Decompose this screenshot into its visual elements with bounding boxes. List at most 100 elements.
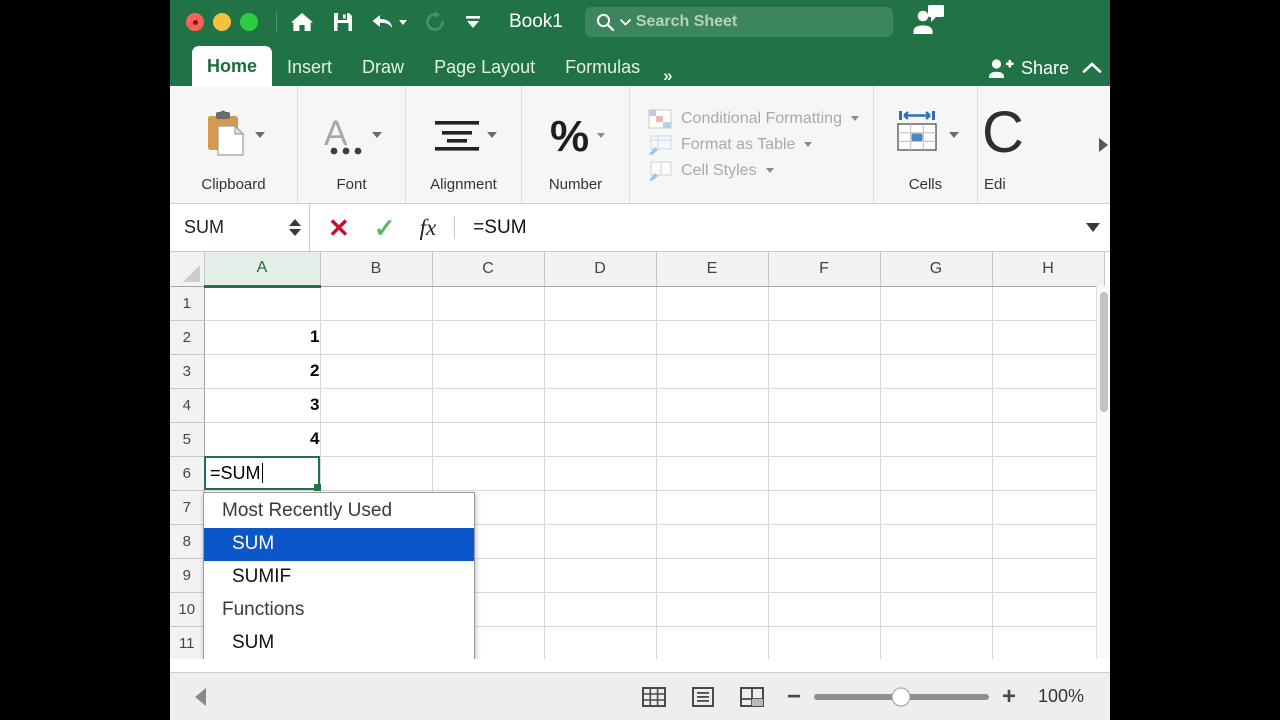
cell-e1[interactable] bbox=[656, 286, 769, 321]
formula-input[interactable]: =SUM bbox=[455, 204, 1076, 251]
cell-h10[interactable] bbox=[992, 592, 1105, 627]
cell-h4[interactable] bbox=[992, 388, 1105, 423]
ribbon-group-font[interactable]: A Font bbox=[298, 86, 406, 203]
cell-g7[interactable] bbox=[880, 490, 993, 525]
row-header-5[interactable]: 5 bbox=[170, 422, 205, 457]
share-button[interactable]: Share bbox=[988, 57, 1069, 79]
select-all-button[interactable] bbox=[170, 252, 205, 287]
cell-e10[interactable] bbox=[656, 592, 769, 627]
cell-a2[interactable]: 1 bbox=[204, 320, 321, 355]
cell-b3[interactable] bbox=[320, 354, 433, 389]
cell-styles-dropdown-icon[interactable] bbox=[765, 168, 774, 173]
column-header-h[interactable]: H bbox=[992, 252, 1105, 287]
autocomplete-item-sum[interactable]: SUM bbox=[204, 627, 474, 659]
conditional-formatting-button[interactable]: Conditional Formatting bbox=[648, 109, 859, 129]
cell-e6[interactable] bbox=[656, 456, 769, 491]
cell-styles-button[interactable]: Cell Styles bbox=[648, 161, 859, 181]
cell-f11[interactable] bbox=[768, 626, 881, 659]
close-button[interactable] bbox=[186, 13, 204, 31]
cells-dropdown-icon[interactable] bbox=[949, 132, 960, 138]
page-break-view-icon[interactable] bbox=[739, 685, 765, 709]
column-header-a[interactable]: A bbox=[204, 252, 321, 288]
ribbon-group-cells[interactable]: Cells bbox=[874, 86, 978, 203]
cell-g1[interactable] bbox=[880, 286, 993, 321]
column-header-d[interactable]: D bbox=[544, 252, 657, 287]
formula-bar-expand-button[interactable] bbox=[1076, 204, 1110, 251]
cell-e2[interactable] bbox=[656, 320, 769, 355]
home-button[interactable] bbox=[289, 10, 315, 34]
cell-f7[interactable] bbox=[768, 490, 881, 525]
tab-formulas[interactable]: Formulas bbox=[550, 48, 655, 86]
cell-f2[interactable] bbox=[768, 320, 881, 355]
cell-b1[interactable] bbox=[320, 286, 433, 321]
column-header-g[interactable]: G bbox=[880, 252, 993, 287]
save-button[interactable] bbox=[331, 10, 355, 34]
cell-d3[interactable] bbox=[544, 354, 657, 389]
vertical-scrollbar[interactable] bbox=[1096, 286, 1110, 659]
enter-icon[interactable]: ✓ bbox=[374, 215, 396, 241]
undo-button[interactable] bbox=[371, 11, 407, 33]
cell-f8[interactable] bbox=[768, 524, 881, 559]
autocomplete-item-sumif-mru[interactable]: SUMIF bbox=[204, 561, 474, 594]
cell-f1[interactable] bbox=[768, 286, 881, 321]
tab-home[interactable]: Home bbox=[192, 46, 273, 86]
name-box[interactable]: SUM bbox=[170, 204, 310, 251]
cell-c1[interactable] bbox=[432, 286, 545, 321]
cell-e11[interactable] bbox=[656, 626, 769, 659]
chevron-up-icon[interactable] bbox=[1082, 61, 1102, 75]
formula-autocomplete-dropdown[interactable]: Most Recently Used SUM SUMIF Functions S… bbox=[203, 492, 475, 659]
cell-h5[interactable] bbox=[992, 422, 1105, 457]
cell-e8[interactable] bbox=[656, 524, 769, 559]
active-cell-editor[interactable]: =SUM bbox=[204, 456, 321, 491]
cell-g8[interactable] bbox=[880, 524, 993, 559]
cell-f4[interactable] bbox=[768, 388, 881, 423]
cell-g5[interactable] bbox=[880, 422, 993, 457]
format-as-table-button[interactable]: Format as Table bbox=[648, 135, 859, 155]
cell-d10[interactable] bbox=[544, 592, 657, 627]
row-header-2[interactable]: 2 bbox=[170, 320, 205, 355]
cell-d8[interactable] bbox=[544, 524, 657, 559]
cell-c3[interactable] bbox=[432, 354, 545, 389]
account-button[interactable] bbox=[911, 4, 945, 41]
name-box-stepper[interactable] bbox=[289, 219, 301, 236]
minimize-button[interactable] bbox=[213, 13, 231, 31]
zoom-out-button[interactable]: − bbox=[787, 684, 801, 709]
tab-draw[interactable]: Draw bbox=[347, 48, 419, 86]
cell-g6[interactable] bbox=[880, 456, 993, 491]
cell-c4[interactable] bbox=[432, 388, 545, 423]
cell-b6[interactable] bbox=[320, 456, 433, 491]
row-header-10[interactable]: 10 bbox=[170, 592, 205, 627]
search-input[interactable]: Search Sheet bbox=[584, 7, 893, 37]
fx-icon[interactable]: fx bbox=[420, 215, 437, 241]
row-header-6[interactable]: 6 bbox=[170, 456, 205, 491]
conditional-formatting-dropdown-icon[interactable] bbox=[850, 116, 859, 121]
cell-f3[interactable] bbox=[768, 354, 881, 389]
cell-a4[interactable]: 3 bbox=[204, 388, 321, 423]
ribbon-group-editing[interactable]: C Edi bbox=[978, 86, 1040, 203]
row-header-7[interactable]: 7 bbox=[170, 490, 205, 525]
cell-g2[interactable] bbox=[880, 320, 993, 355]
cell-a1[interactable] bbox=[204, 286, 321, 321]
cell-g11[interactable] bbox=[880, 626, 993, 659]
tab-overflow-button[interactable]: » bbox=[655, 66, 680, 86]
zoom-slider-thumb[interactable] bbox=[891, 687, 911, 706]
row-header-9[interactable]: 9 bbox=[170, 558, 205, 593]
row-header-8[interactable]: 8 bbox=[170, 524, 205, 559]
cell-e7[interactable] bbox=[656, 490, 769, 525]
cell-g3[interactable] bbox=[880, 354, 993, 389]
zoom-button[interactable] bbox=[240, 13, 258, 31]
cell-c5[interactable] bbox=[432, 422, 545, 457]
cell-d4[interactable] bbox=[544, 388, 657, 423]
row-header-11[interactable]: 11 bbox=[170, 626, 205, 659]
row-header-3[interactable]: 3 bbox=[170, 354, 205, 389]
zoom-in-button[interactable]: + bbox=[1002, 684, 1016, 709]
ribbon-group-clipboard[interactable]: Clipboard bbox=[170, 86, 298, 203]
cell-g9[interactable] bbox=[880, 558, 993, 593]
grid-view-icon[interactable] bbox=[641, 685, 667, 709]
ribbon-group-number[interactable]: % Number bbox=[522, 86, 630, 203]
alignment-dropdown-icon[interactable] bbox=[486, 132, 497, 138]
cancel-icon[interactable]: ✕ bbox=[328, 215, 350, 241]
ribbon-scroll-right-icon[interactable] bbox=[1099, 137, 1108, 152]
cell-c2[interactable] bbox=[432, 320, 545, 355]
cell-h3[interactable] bbox=[992, 354, 1105, 389]
